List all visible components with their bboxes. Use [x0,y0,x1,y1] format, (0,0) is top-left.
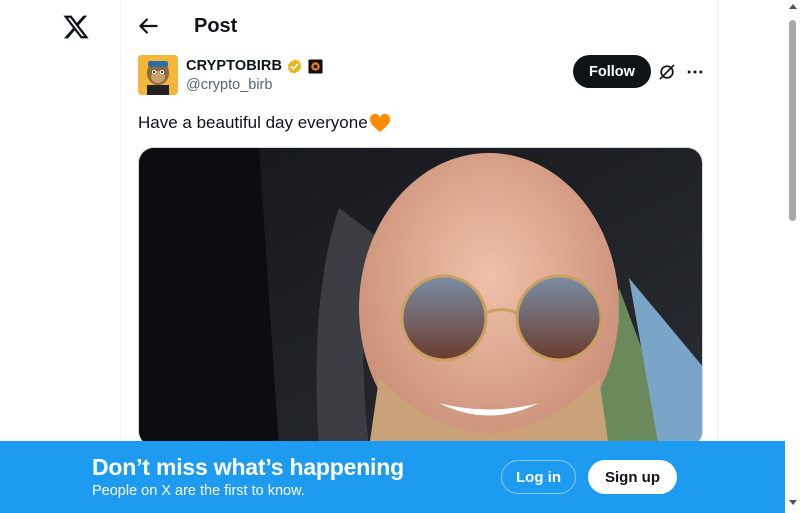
post-text: Have a beautiful day everyone [138,113,368,132]
login-button[interactable]: Log in [501,460,576,494]
signup-button[interactable]: Sign up [588,460,677,494]
ape-avatar-image [138,55,178,95]
avatar[interactable] [138,55,178,95]
scroll-up-arrow-icon[interactable] [789,4,797,9]
signup-banner: Don’t miss what’s happening People on X … [0,441,785,513]
author-handle[interactable]: @crypto_birb [186,77,272,93]
left-nav-rail [0,0,120,513]
page-title: Post [194,15,238,37]
follow-button[interactable]: Follow [573,55,651,88]
banner-title: Don’t miss what’s happening [92,454,404,480]
photo-image [139,148,702,446]
banner-subtitle: People on X are the first to know. [92,483,305,499]
scrollbar[interactable] [785,0,800,513]
post-text-row: Have a beautiful day everyone [138,113,391,133]
gold-verified-badge-icon [287,58,302,74]
author-display-name[interactable]: CRYPTOBIRB [186,58,282,74]
post-media-photo[interactable] [138,147,703,447]
affiliate-badge-icon[interactable] [308,58,323,74]
arrow-left-icon[interactable] [135,13,161,39]
more-options-icon[interactable] [685,62,705,82]
post-header: Post [121,0,719,53]
main-column: Post CRYPTOBIRB @crypto_birb Follow Have… [120,0,718,513]
author-name-row: CRYPTOBIRB [186,56,323,76]
scroll-down-arrow-icon[interactable] [789,500,797,505]
grok-icon[interactable] [657,62,677,82]
orange-heart-emoji [369,113,390,133]
scrollbar-thumb[interactable] [789,20,796,221]
x-logo-icon[interactable] [62,13,90,41]
